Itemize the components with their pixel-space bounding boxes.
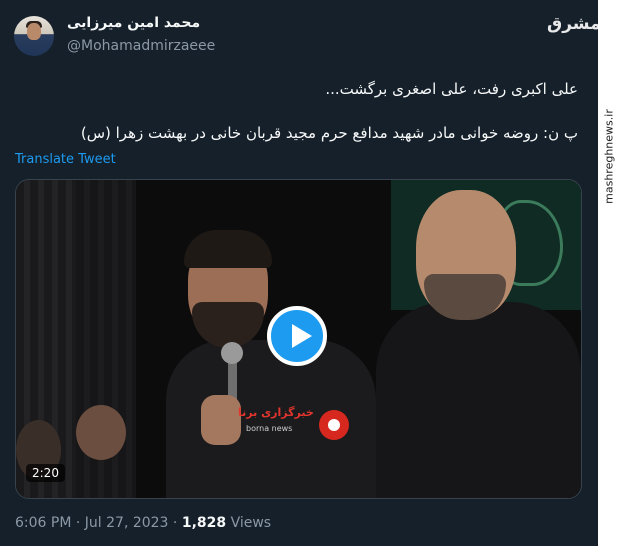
meta-separator: · xyxy=(172,515,178,531)
meta-separator: · xyxy=(75,515,81,531)
side-watermark-strip xyxy=(598,0,623,546)
translate-tweet-link[interactable]: Translate Tweet xyxy=(15,152,116,167)
views-label: Views xyxy=(230,515,272,531)
tweet-time[interactable]: 6:06 PM xyxy=(15,515,71,531)
avatar-face xyxy=(27,23,41,40)
video-player[interactable]: خبرگزاری برنا borna news 2:20 xyxy=(15,179,582,499)
avatar[interactable] xyxy=(14,16,54,56)
views-count: 1,828 xyxy=(181,515,227,531)
site-url-text: mashreghnews.ir xyxy=(602,109,616,204)
user-handle[interactable]: @Mohamadmirzaeee xyxy=(67,38,215,54)
microphone-icon xyxy=(221,342,243,364)
site-url: mashreghnews.ir xyxy=(603,109,616,204)
play-button[interactable] xyxy=(267,306,327,366)
watermark-logo-icon xyxy=(319,410,349,440)
video-duration: 2:20 xyxy=(26,464,65,482)
tweet-date[interactable]: Jul 27, 2023 xyxy=(85,515,169,531)
tweet-text-line-2: پ ن: روضه خوانی مادر شهید مدافع حرم مجید… xyxy=(80,124,578,142)
hand xyxy=(201,395,241,445)
crowd-person xyxy=(76,405,126,460)
speaker-figure xyxy=(166,220,386,498)
video-watermark-sub: borna news xyxy=(246,424,293,433)
video-watermark: خبرگزاری برنا xyxy=(238,406,314,419)
tweet-meta: 6:06 PM · Jul 27, 2023 · 1,828 Views xyxy=(15,515,271,531)
site-logo: مشرق xyxy=(547,14,601,34)
tweet-card: محمد امین میرزایی @Mohamadmirzaeee علی ا… xyxy=(0,0,598,546)
display-name[interactable]: محمد امین میرزایی xyxy=(67,15,200,31)
tweet-text-line-1: علی اکبری رفت، علی اصغری برگشت... xyxy=(325,80,578,98)
bald-man-figure xyxy=(376,190,581,498)
